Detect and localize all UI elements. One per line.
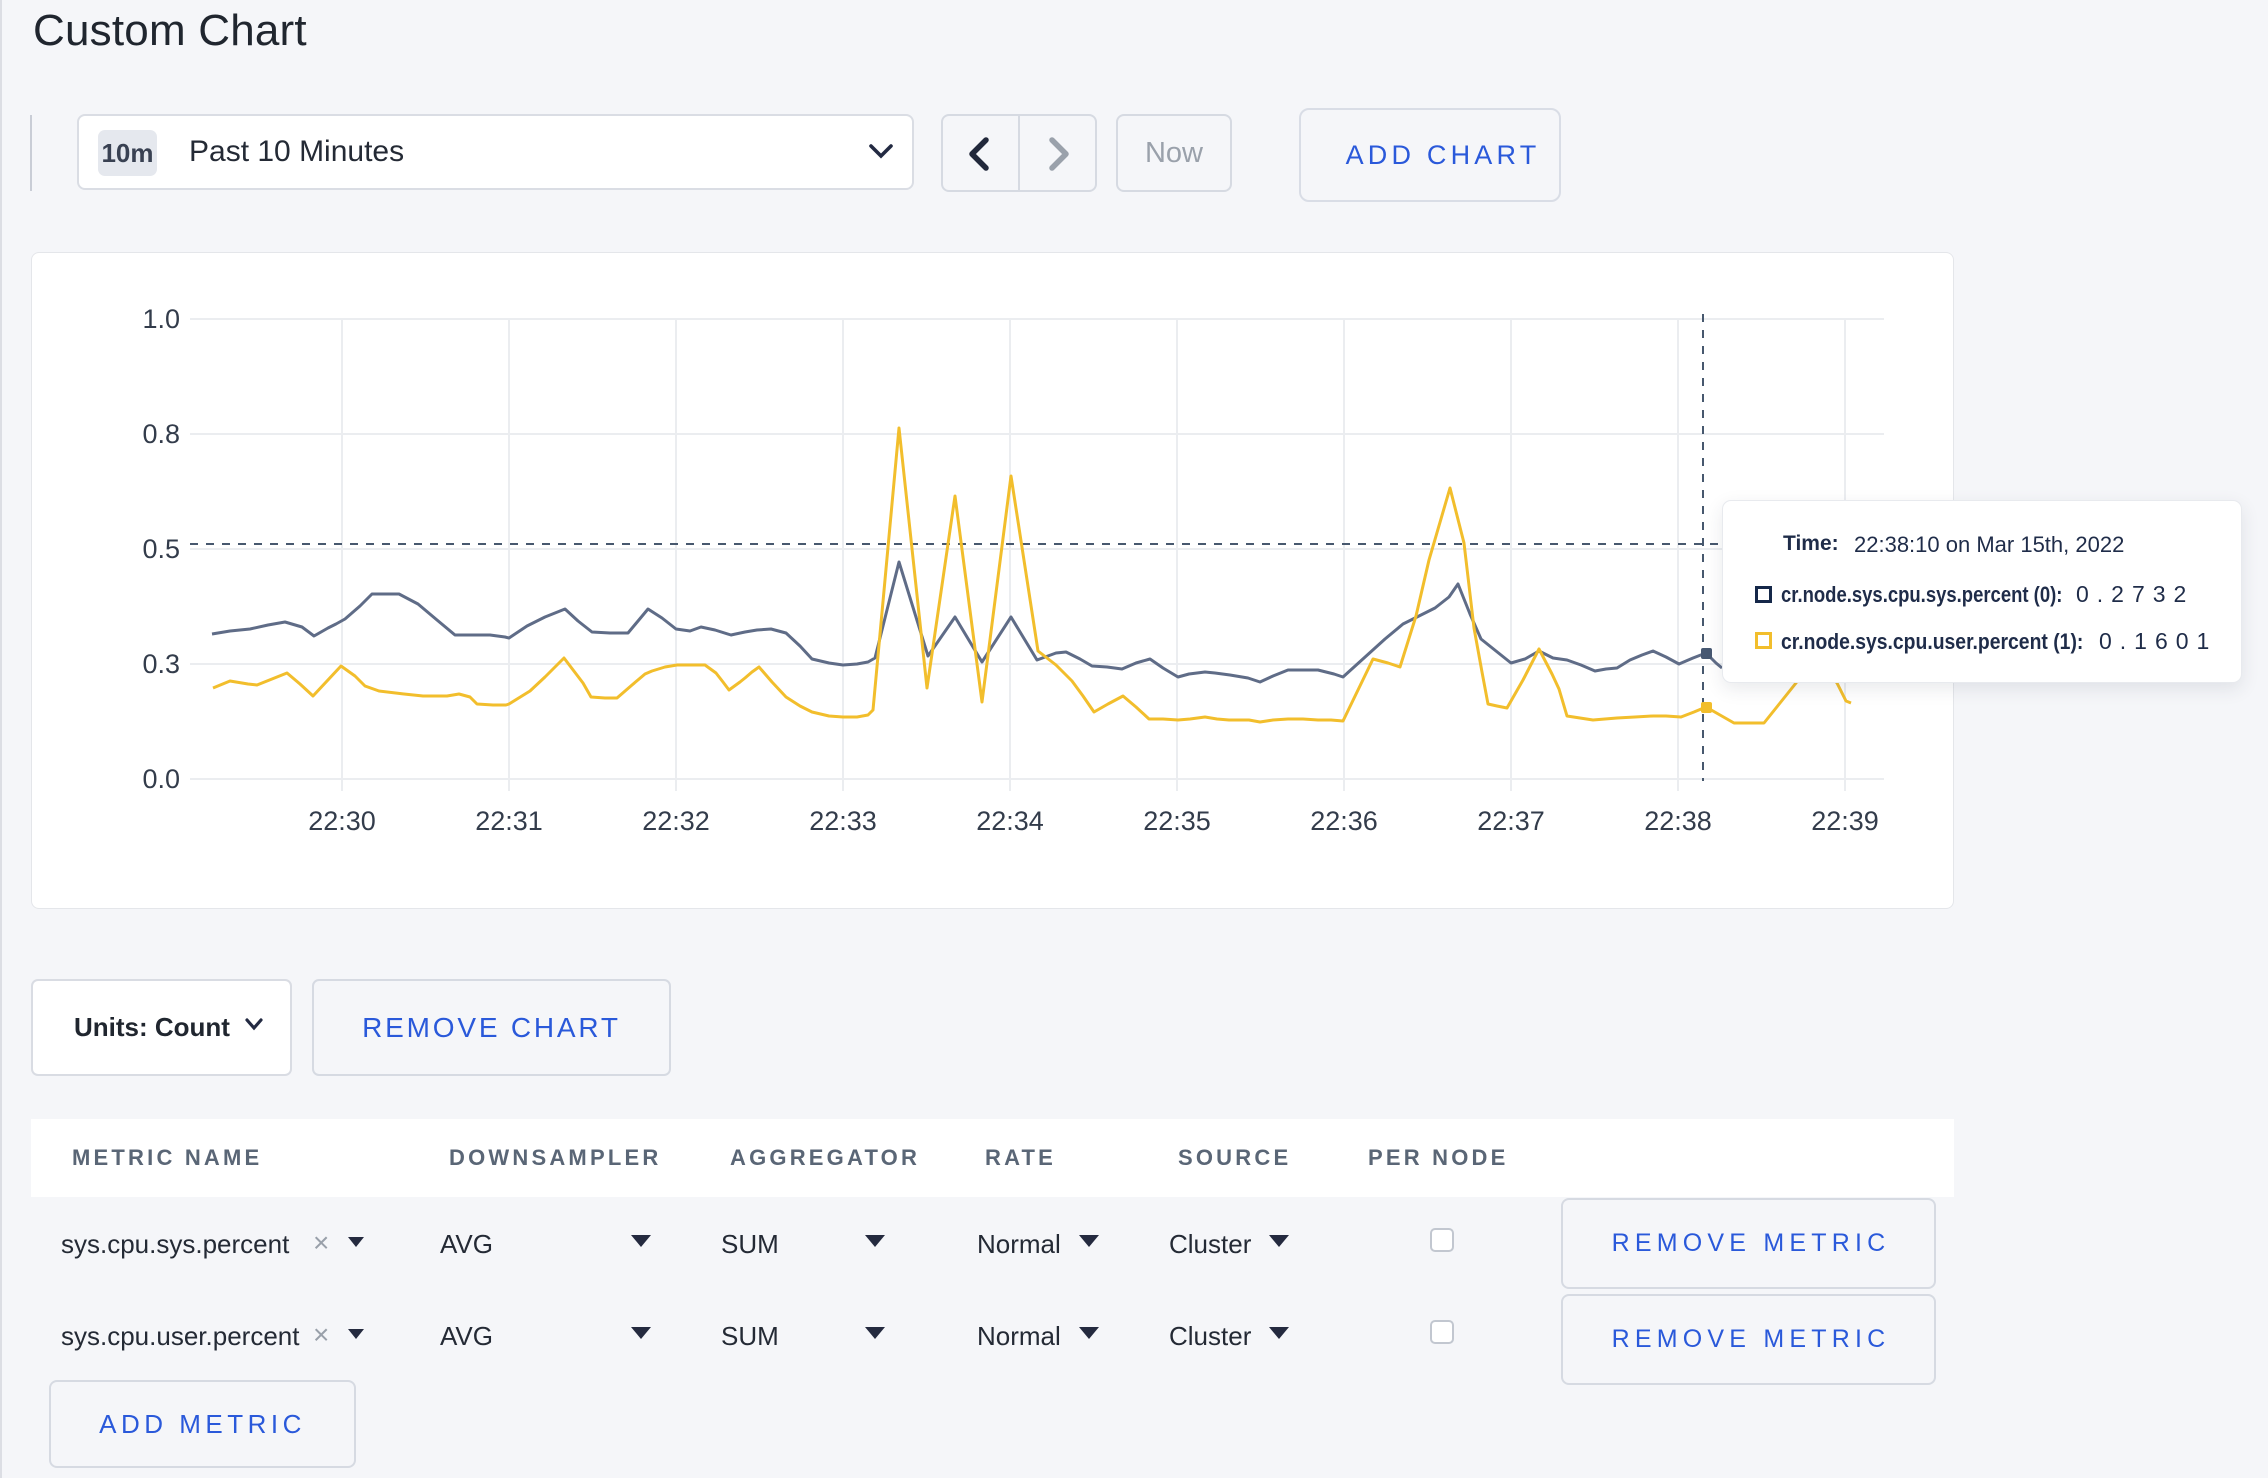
svg-text:22:37: 22:37	[1477, 806, 1545, 836]
svg-text:0.8: 0.8	[142, 419, 180, 449]
svg-text:22:36: 22:36	[1310, 806, 1378, 836]
svg-text:0.3: 0.3	[142, 649, 180, 679]
svg-text:0.0: 0.0	[142, 764, 180, 794]
svg-text:22:35: 22:35	[1143, 806, 1211, 836]
svg-text:1.0: 1.0	[142, 304, 180, 334]
svg-text:22:31: 22:31	[475, 806, 543, 836]
svg-text:22:33: 22:33	[809, 806, 877, 836]
svg-text:0.5: 0.5	[142, 534, 180, 564]
svg-text:22:39: 22:39	[1811, 806, 1879, 836]
svg-text:22:34: 22:34	[976, 806, 1044, 836]
svg-text:22:30: 22:30	[308, 806, 376, 836]
svg-text:22:38: 22:38	[1644, 806, 1712, 836]
svg-text:22:32: 22:32	[642, 806, 710, 836]
